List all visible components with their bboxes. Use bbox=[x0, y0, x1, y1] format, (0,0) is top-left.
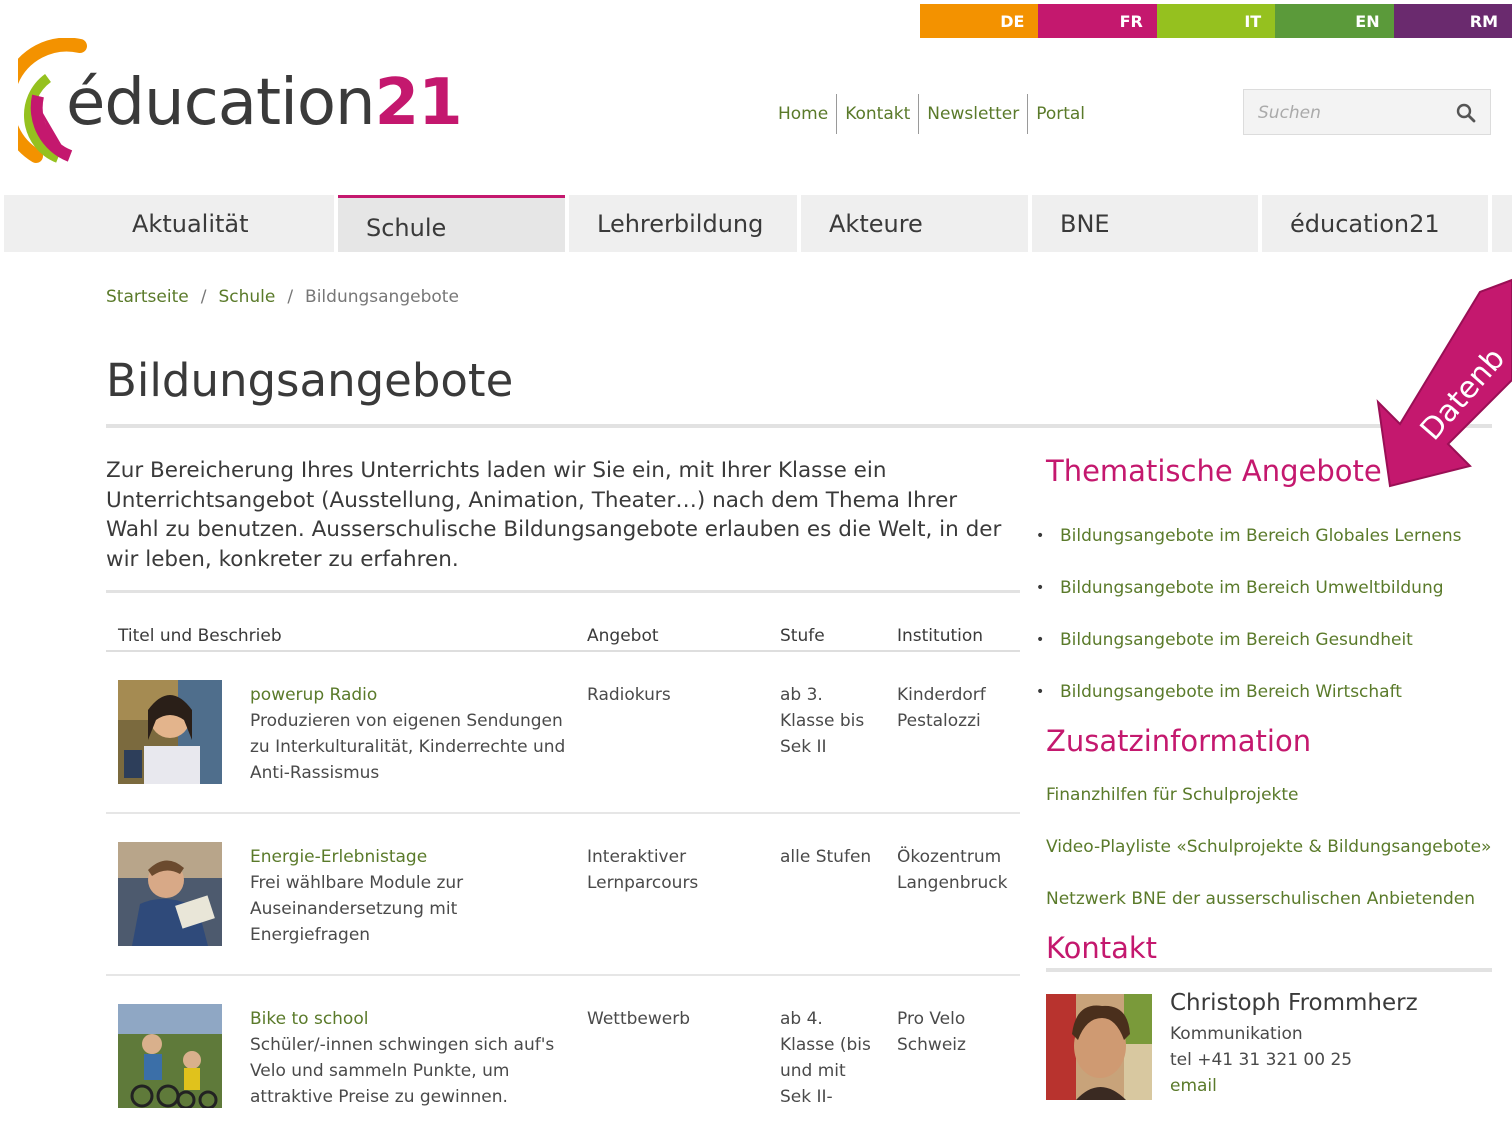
divider bbox=[106, 424, 1492, 428]
toplink-home[interactable]: Home bbox=[770, 94, 836, 134]
row-stufe: ab 3. Klasse bis Sek II bbox=[780, 685, 865, 757]
contact-role: Kommunikation bbox=[1170, 1024, 1303, 1044]
row-institution: Kinderdorf Pestalozzi bbox=[897, 685, 986, 731]
thumbnail-image[interactable] bbox=[118, 680, 222, 784]
nav-schule[interactable]: Schule bbox=[338, 195, 565, 252]
lang-rm-button[interactable]: RM bbox=[1393, 4, 1512, 38]
row-description: Frei wählbare Module zur Auseinandersetz… bbox=[250, 873, 464, 945]
top-links: Home Kontakt Newsletter Portal bbox=[770, 94, 1093, 134]
main-nav: Aktualität Schule Lehrerbildung Akteure … bbox=[4, 195, 1512, 252]
contact-name: Christoph Frommherz bbox=[1170, 990, 1418, 1016]
thumbnail-image[interactable] bbox=[118, 842, 222, 946]
row-institution: Pro Velo Schweiz bbox=[897, 1009, 966, 1055]
list-item[interactable]: Bildungsangebote im Bereich Umweltbildun… bbox=[1036, 562, 1462, 614]
thematic-link[interactable]: Bildungsangebote im Bereich Umweltbildun… bbox=[1060, 578, 1444, 598]
row-title-desc: Bike to school Schüler/-innen schwingen … bbox=[250, 1006, 570, 1110]
row-angebot: Wettbewerb bbox=[587, 1009, 690, 1029]
nav-akteure[interactable]: Akteure bbox=[801, 195, 1028, 252]
row-stufe: ab 4. Klasse (bis und mit Sek II- bbox=[780, 1009, 871, 1107]
logo-wordmark: éducation21 bbox=[66, 66, 463, 140]
nav-separator bbox=[1488, 195, 1492, 252]
row-title-desc: Energie-Erlebnistage Frei wählbare Modul… bbox=[250, 844, 570, 948]
table-header-institution: Institution bbox=[897, 626, 984, 646]
contact-avatar bbox=[1046, 994, 1152, 1100]
lang-it-button[interactable]: IT bbox=[1156, 4, 1276, 38]
breadcrumb-section[interactable]: Schule bbox=[218, 287, 275, 307]
thematic-list: Bildungsangebote im Bereich Globales Ler… bbox=[1036, 510, 1462, 718]
nav-aktualitaet[interactable]: Aktualität bbox=[104, 195, 334, 252]
arrow-icon: Datenb bbox=[1376, 278, 1512, 488]
toplink-newsletter[interactable]: Newsletter bbox=[918, 94, 1027, 134]
row-angebot: Interaktiver Lernparcours bbox=[587, 847, 699, 893]
language-bar: DE FR IT EN RM bbox=[920, 4, 1512, 38]
lang-en-button[interactable]: EN bbox=[1275, 4, 1394, 38]
row-title-link[interactable]: Energie-Erlebnistage bbox=[250, 844, 570, 870]
thematic-link[interactable]: Bildungsangebote im Bereich Globales Ler… bbox=[1060, 526, 1462, 546]
table-row: Energie-Erlebnistage Frei wählbare Modul… bbox=[106, 814, 1020, 976]
thematic-link[interactable]: Bildungsangebote im Bereich Wirtschaft bbox=[1060, 682, 1402, 702]
list-item[interactable]: Bildungsangebote im Bereich Wirtschaft bbox=[1036, 666, 1462, 718]
lang-fr-button[interactable]: FR bbox=[1038, 4, 1157, 38]
row-institution: Ökozentrum Langenbruck bbox=[897, 847, 1008, 893]
row-stufe: alle Stufen bbox=[780, 847, 872, 867]
logo[interactable]: éducation21 bbox=[18, 38, 463, 168]
toplink-portal[interactable]: Portal bbox=[1027, 94, 1093, 134]
table-header-title: Titel und Beschrieb bbox=[118, 626, 282, 646]
toplink-kontakt[interactable]: Kontakt bbox=[836, 94, 918, 134]
contact-tel: tel +41 31 321 00 25 bbox=[1170, 1050, 1353, 1070]
kontakt-heading: Kontakt bbox=[1046, 931, 1158, 965]
table-header-angebot: Angebot bbox=[587, 626, 659, 646]
lang-de-button[interactable]: DE bbox=[920, 4, 1039, 38]
nav-education21[interactable]: éducation21 bbox=[1262, 195, 1488, 252]
search-input[interactable] bbox=[1256, 98, 1450, 128]
nav-lehrerbildung[interactable]: Lehrerbildung bbox=[569, 195, 797, 252]
breadcrumb-separator: / bbox=[200, 287, 207, 307]
row-description: Produzieren von eigenen Sendungen zu Int… bbox=[250, 711, 566, 783]
thematic-link[interactable]: Bildungsangebote im Bereich Gesundheit bbox=[1060, 630, 1413, 650]
logo-number: 21 bbox=[374, 66, 463, 140]
list-item[interactable]: Bildungsangebote im Bereich Gesundheit bbox=[1036, 614, 1462, 666]
zusatz-heading: Zusatzinformation bbox=[1046, 724, 1312, 758]
row-title-link[interactable]: powerup Radio bbox=[250, 682, 570, 708]
row-title-desc: powerup Radio Produzieren von eigenen Se… bbox=[250, 682, 570, 786]
row-description: Schüler/-innen schwingen sich auf's Velo… bbox=[250, 1035, 555, 1107]
intro-text: Zur Bereicherung Ihres Unterrichts laden… bbox=[106, 458, 1002, 572]
table-header-stufe: Stufe bbox=[780, 626, 825, 646]
breadcrumb: Startseite / Schule / Bildungsangebote bbox=[106, 287, 459, 307]
thumbnail-image[interactable] bbox=[118, 1004, 222, 1108]
table-row: Bike to school Schüler/-innen schwingen … bbox=[106, 976, 1020, 1138]
logo-text: éducation bbox=[66, 66, 376, 140]
divider bbox=[1046, 968, 1492, 972]
search-box bbox=[1243, 89, 1491, 135]
nav-bne[interactable]: BNE bbox=[1032, 195, 1258, 252]
extra-link-netzwerk[interactable]: Netzwerk BNE der ausserschulischen Anbie… bbox=[1046, 889, 1475, 909]
contact-email-link[interactable]: email bbox=[1170, 1076, 1217, 1096]
breadcrumb-separator: / bbox=[287, 287, 294, 307]
row-angebot: Radiokurs bbox=[587, 685, 671, 705]
divider bbox=[106, 590, 1020, 593]
search-icon[interactable] bbox=[1456, 103, 1476, 123]
annotation-arrow: Datenb bbox=[1330, 270, 1512, 500]
breadcrumb-current: Bildungsangebote bbox=[305, 287, 459, 307]
row-title-link[interactable]: Bike to school bbox=[250, 1006, 570, 1032]
table-row: powerup Radio Produzieren von eigenen Se… bbox=[106, 652, 1020, 814]
extra-link-video-playlist[interactable]: Video-Playliste «Schulprojekte & Bildung… bbox=[1046, 837, 1491, 857]
breadcrumb-home[interactable]: Startseite bbox=[106, 287, 189, 307]
page-title: Bildungsangebote bbox=[106, 354, 514, 407]
extra-link-finanzhilfen[interactable]: Finanzhilfen für Schulprojekte bbox=[1046, 785, 1299, 805]
list-item[interactable]: Bildungsangebote im Bereich Globales Ler… bbox=[1036, 510, 1462, 562]
